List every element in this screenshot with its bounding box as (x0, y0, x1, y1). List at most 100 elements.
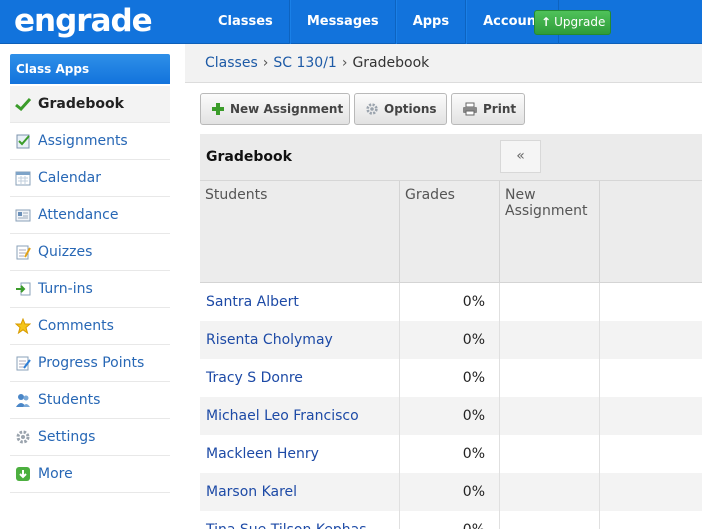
assignment-score-cell[interactable] (500, 359, 600, 397)
empty-cell (600, 397, 702, 435)
gear-icon (365, 102, 379, 116)
sidebar-item-calendar[interactable]: Calendar (10, 160, 170, 197)
assignment-score-cell[interactable] (500, 321, 600, 359)
sidebar-item-comments[interactable]: Comments (10, 308, 170, 345)
student-grade: 0% (400, 283, 500, 321)
nav-classes[interactable]: Classes (202, 0, 290, 44)
options-label: Options (384, 102, 437, 116)
quizzes-icon (14, 243, 32, 261)
assignments-icon (14, 132, 32, 150)
student-name[interactable]: Michael Leo Francisco (200, 397, 400, 435)
sidebar-item-label: Comments (38, 318, 114, 334)
sidebar-header: Class Apps (10, 54, 170, 84)
printer-icon (462, 102, 478, 116)
sidebar-item-settings[interactable]: Settings (10, 419, 170, 456)
nav-messages[interactable]: Messages (289, 0, 396, 44)
student-grade: 0% (400, 359, 500, 397)
table-row: Michael Leo Francisco 0% (200, 397, 702, 435)
student-name[interactable]: Mackleen Henry (200, 435, 400, 473)
sidebar-item-label: Quizzes (38, 244, 93, 260)
student-name[interactable]: Marson Karel (200, 473, 400, 511)
collapse-columns-button[interactable]: « (500, 140, 541, 173)
sidebar-item-label: Assignments (38, 133, 128, 149)
assignment-score-cell[interactable] (500, 283, 600, 321)
sidebar-item-label: Attendance (38, 207, 119, 223)
attendance-icon (14, 206, 32, 224)
column-header-grades[interactable]: Grades (400, 181, 500, 283)
assignment-score-cell[interactable] (500, 435, 600, 473)
column-header-empty (600, 181, 702, 283)
breadcrumb-bar: Classes › SC 130/1 › Gradebook (185, 44, 702, 83)
student-grade: 0% (400, 435, 500, 473)
sidebar-item-label: Students (38, 392, 101, 408)
empty-cell (600, 473, 702, 511)
student-name[interactable]: Risenta Cholymay (200, 321, 400, 359)
sidebar-item-gradebook[interactable]: Gradebook (10, 86, 170, 123)
student-grade: 0% (400, 321, 500, 359)
calendar-icon (14, 169, 32, 187)
sidebar-item-label: Calendar (38, 170, 101, 186)
sidebar-item-label: Gradebook (38, 96, 124, 112)
gradebook-title: Gradebook (206, 149, 292, 165)
table-row: Tracy S Donre 0% (200, 359, 702, 397)
sidebar-item-attendance[interactable]: Attendance (10, 197, 170, 234)
empty-cell (600, 321, 702, 359)
empty-cell (600, 511, 702, 529)
sidebar-item-label: Progress Points (38, 355, 145, 371)
turn-ins-icon (14, 280, 32, 298)
options-button[interactable]: Options (354, 93, 447, 125)
checkmark-icon (14, 95, 32, 113)
nav-apps[interactable]: Apps (395, 0, 467, 44)
breadcrumb: Classes › SC 130/1 › Gradebook (205, 55, 429, 71)
new-assignment-label: New Assignment (230, 102, 344, 116)
students-icon (14, 391, 32, 409)
table-row: Mackleen Henry 0% (200, 435, 702, 473)
sidebar-item-label: Turn-ins (38, 281, 93, 297)
student-grade: 0% (400, 397, 500, 435)
student-name[interactable]: Santra Albert (200, 283, 400, 321)
gradebook-title-bar: Gradebook « (200, 134, 702, 181)
sidebar-item-assignments[interactable]: Assignments (10, 123, 170, 160)
sidebar-item-label: Settings (38, 429, 96, 445)
upgrade-button[interactable]: ↑ Upgrade (534, 10, 611, 35)
plus-icon (211, 102, 225, 116)
sidebar: Class Apps Gradebook Assignments Calenda… (0, 44, 185, 529)
student-name[interactable]: Tracy S Donre (200, 359, 400, 397)
upgrade-label: Upgrade (554, 15, 606, 29)
breadcrumb-separator: › (341, 55, 348, 71)
up-arrow-icon: ↑ (541, 15, 552, 29)
print-label: Print (483, 102, 517, 116)
student-grade: 0% (400, 473, 500, 511)
column-header-new-assignment[interactable]: New Assignment (500, 181, 600, 283)
empty-cell (600, 435, 702, 473)
breadcrumb-classes-link[interactable]: Classes (205, 55, 258, 71)
table-row: Tina Sue Tilson Kephas 0% (200, 511, 702, 529)
student-name[interactable]: Tina Sue Tilson Kephas (200, 511, 400, 529)
print-button[interactable]: Print (451, 93, 525, 125)
breadcrumb-class-link[interactable]: SC 130/1 (273, 55, 336, 71)
student-grade: 0% (400, 511, 500, 529)
breadcrumb-separator: › (262, 55, 269, 71)
table-row: Marson Karel 0% (200, 473, 702, 511)
gear-icon (14, 428, 32, 446)
sidebar-item-quizzes[interactable]: Quizzes (10, 234, 170, 271)
empty-cell (600, 359, 702, 397)
assignment-score-cell[interactable] (500, 473, 600, 511)
sidebar-item-progress-points[interactable]: Progress Points (10, 345, 170, 382)
main-nav: Classes Messages Apps Account (202, 0, 560, 44)
top-navigation-bar: engrade Classes Messages Apps Account ↑ U… (0, 0, 702, 44)
empty-cell (600, 283, 702, 321)
column-header-students[interactable]: Students (200, 181, 400, 283)
new-assignment-button[interactable]: New Assignment (200, 93, 350, 125)
table-row: Santra Albert 0% (200, 283, 702, 321)
gradebook-header-row: Students Grades New Assignment (200, 181, 702, 283)
sidebar-item-turn-ins[interactable]: Turn-ins (10, 271, 170, 308)
sidebar-item-label: More (38, 466, 73, 482)
sidebar-item-students[interactable]: Students (10, 382, 170, 419)
sidebar-item-more[interactable]: More (10, 456, 170, 493)
gradebook-grid: Gradebook « Students Grades New Assignme… (200, 134, 702, 529)
assignment-score-cell[interactable] (500, 397, 600, 435)
progress-points-icon (14, 354, 32, 372)
assignment-score-cell[interactable] (500, 511, 600, 529)
engrade-logo[interactable]: engrade (14, 3, 153, 39)
